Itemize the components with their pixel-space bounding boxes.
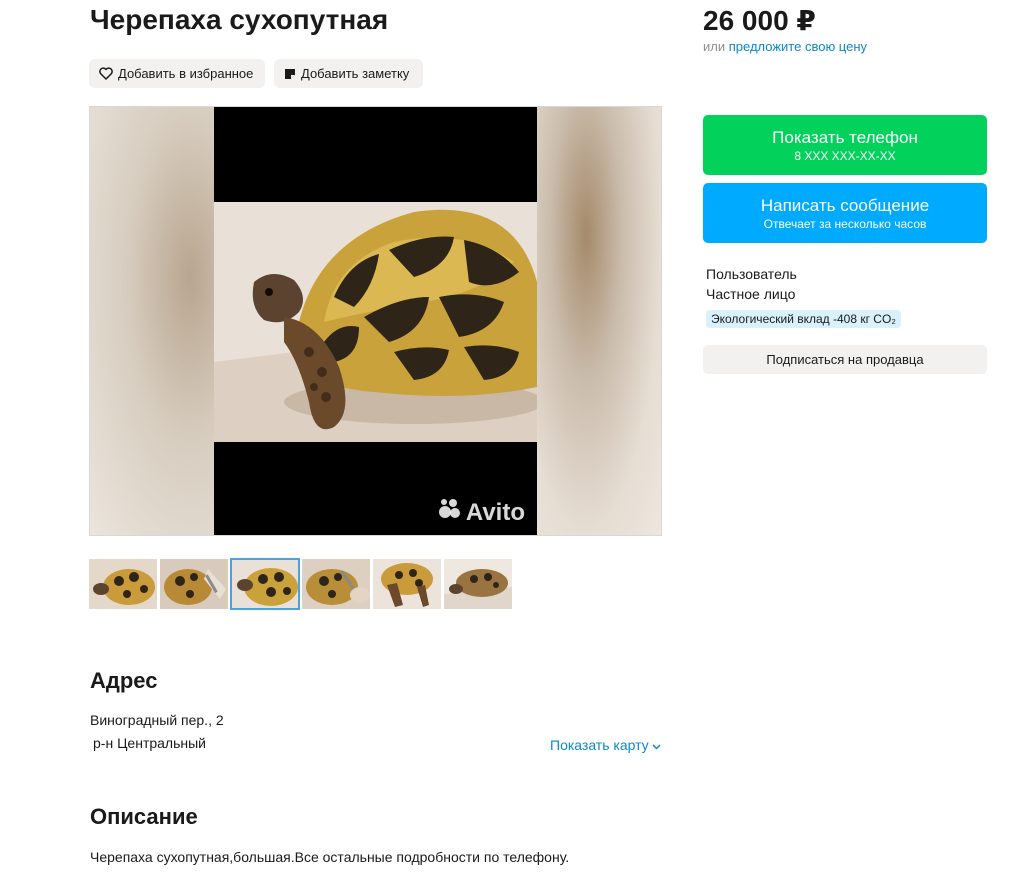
heart-icon xyxy=(99,67,113,80)
address-district: р-н Центральный xyxy=(93,735,207,751)
send-message-label: Написать сообщение xyxy=(760,195,930,215)
thumbnail-strip xyxy=(89,558,512,610)
chevron-down-icon xyxy=(652,737,661,753)
show-phone-button[interactable]: Показать телефон 8 XXX XXX-XX-XX xyxy=(703,115,987,175)
offer-price-link[interactable]: предложите свою цену xyxy=(729,39,867,54)
show-map-link[interactable]: Показать карту xyxy=(550,737,661,753)
avito-logo-icon xyxy=(438,498,462,527)
gallery-blur-left xyxy=(90,107,215,535)
show-map-label: Показать карту xyxy=(550,737,649,753)
send-message-button[interactable]: Написать сообщение Отвечает за несколько… xyxy=(703,183,987,243)
avito-watermark: Avito xyxy=(438,498,525,527)
listing-title: Черепаха сухопутная xyxy=(90,4,389,35)
add-to-favorites-button[interactable]: Добавить в избранное xyxy=(89,59,265,88)
note-icon xyxy=(284,68,296,80)
address-heading: Адрес xyxy=(90,668,158,693)
thumbnail-5[interactable] xyxy=(373,559,441,609)
watermark-text: Avito xyxy=(465,498,525,526)
subscribe-seller-button[interactable]: Подписаться на продавца xyxy=(703,345,987,374)
description-heading: Описание xyxy=(90,804,198,829)
tortoise-photo xyxy=(214,202,537,442)
seller-name[interactable]: Пользователь xyxy=(706,266,797,282)
thumbnail-6[interactable] xyxy=(444,559,512,609)
phone-masked: 8 XXX XXX-XX-XX xyxy=(794,148,896,163)
address-street: Виноградный пер., 2 xyxy=(90,712,224,728)
thumbnail-1[interactable] xyxy=(89,559,157,609)
show-phone-label: Показать телефон xyxy=(772,127,918,147)
add-note-button[interactable]: Добавить заметку xyxy=(274,59,423,88)
description-text: Черепаха сухопутная,большая.Все остальны… xyxy=(90,849,570,865)
photo-gallery[interactable]: Avito xyxy=(89,106,662,536)
thumbnail-2[interactable] xyxy=(160,559,228,609)
response-time: Отвечает за несколько часов xyxy=(763,216,927,231)
seller-type: Частное лицо xyxy=(706,286,796,302)
price-offer: или предложите свою цену xyxy=(703,39,867,54)
eco-contribution-badge[interactable]: Экологический вклад -408 кг CO₂ xyxy=(706,310,901,328)
offer-prefix: или xyxy=(703,39,729,54)
thumbnail-3[interactable] xyxy=(230,558,300,610)
listing-price: 26 000 ₽ xyxy=(703,5,816,36)
add-to-favorites-label: Добавить в избранное xyxy=(118,66,254,81)
main-media[interactable]: Avito xyxy=(214,107,537,535)
thumbnail-4[interactable] xyxy=(302,559,370,609)
gallery-blur-right xyxy=(536,107,661,535)
add-note-label: Добавить заметку xyxy=(301,66,410,81)
